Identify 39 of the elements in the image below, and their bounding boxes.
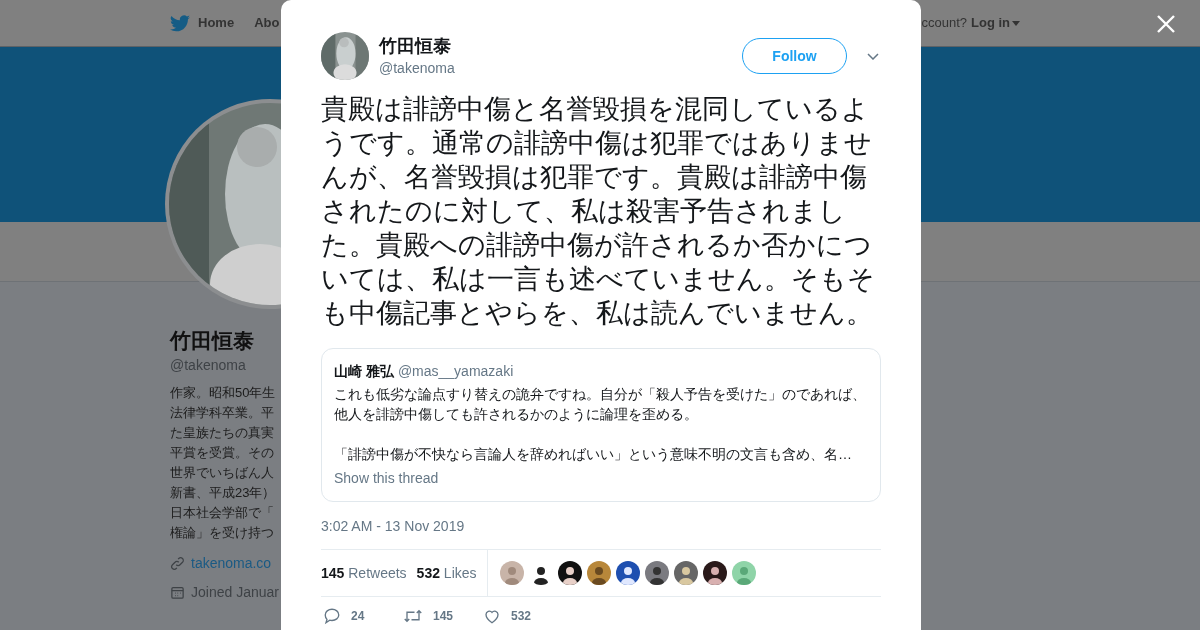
quoted-text: 「誹謗中傷が不快なら言論人を辞めればいい」という意味不明の文言も含め、名… bbox=[334, 445, 853, 464]
bio-line: 日本社会学部で「 bbox=[170, 504, 274, 522]
link-icon bbox=[170, 556, 185, 571]
close-button[interactable] bbox=[1156, 14, 1176, 34]
author-handle: @takenoma bbox=[379, 59, 455, 78]
chevron-down-icon[interactable] bbox=[867, 52, 879, 60]
stat-link[interactable]: 532 Likes bbox=[416, 562, 477, 584]
retweet-icon[interactable] bbox=[403, 607, 423, 625]
quoted-text: これも低劣な論点すり替えの詭弁ですね。自分が「殺人予告を受けた」のであれば、他人を誹謗中傷しても許されるかのように論理を歪める。 bbox=[334, 385, 867, 424]
bio-line: 平賞を受賞。その bbox=[170, 444, 274, 462]
login-button[interactable]: Log in bbox=[971, 13, 1020, 33]
tweet-text: 貴殿は誹謗中傷と名誉毀損を混同しているようです。通常の誹謗中傷は犯罪ではありませんが、名誉毀損は犯罪です。貴殿は誹謗中傷されたのに対して、私は殺害予告されました。貴殿への誹謗中傷が許されるか否かについては、私は一言も述べていません。そもそも中傷記事とやらを、私は読んでいません。 bbox=[321, 93, 876, 330]
account-prompt: ccount? bbox=[921, 14, 967, 33]
bio-line: 法律学科卒業。平 bbox=[170, 404, 274, 422]
action-count: 532 bbox=[511, 608, 532, 625]
bio-line: 作家。昭和50年生 bbox=[170, 384, 276, 402]
profile-name: 竹田恒泰 bbox=[170, 328, 254, 354]
nav-link[interactable]: Abo bbox=[254, 13, 280, 33]
heart-icon[interactable] bbox=[483, 607, 501, 625]
quoted-author-name: 山崎 雅弘 bbox=[334, 362, 394, 381]
bio-line: 世界でいちばん人 bbox=[170, 464, 274, 482]
bio-line: 新書、平成23年） bbox=[170, 484, 276, 502]
website-link[interactable]: takenoma.co bbox=[191, 553, 272, 574]
reply-icon[interactable] bbox=[323, 607, 341, 625]
author-name: 竹田恒泰 bbox=[379, 35, 452, 58]
show-thread-link[interactable]: Show this thread bbox=[334, 468, 439, 489]
action-count: 145 bbox=[433, 608, 454, 625]
profile-handle: @takenoma bbox=[170, 356, 246, 375]
quoted-tweet[interactable]: 山崎 雅弘 @mas__yamazaki これも低劣な論点すり替えの詭弁ですね。自分が「殺人予告を受けた」のであれば、他人を誹謗中傷しても許されるかのように論理を歪める。 「誹謗中傷が不快なら言論人を辞めればいい」という意味不明の文言も含め、名… Show this thread bbox=[321, 348, 881, 502]
nav-link[interactable]: Home bbox=[198, 13, 235, 33]
bio-line: 権論」を受け持つ bbox=[170, 524, 274, 542]
calendar-icon bbox=[170, 585, 185, 600]
quoted-author-handle: @mas__yamazaki bbox=[397, 362, 514, 381]
caret-icon bbox=[1012, 20, 1020, 26]
bio-line: た皇族たちの真実 bbox=[170, 424, 274, 442]
stat-link[interactable]: 145 Retweets bbox=[321, 562, 407, 584]
joined-date: Joined Januar bbox=[191, 583, 279, 602]
action-count: 24 bbox=[351, 608, 365, 625]
tweet-timestamp: 3:02 AM - 13 Nov 2019 bbox=[321, 517, 466, 536]
